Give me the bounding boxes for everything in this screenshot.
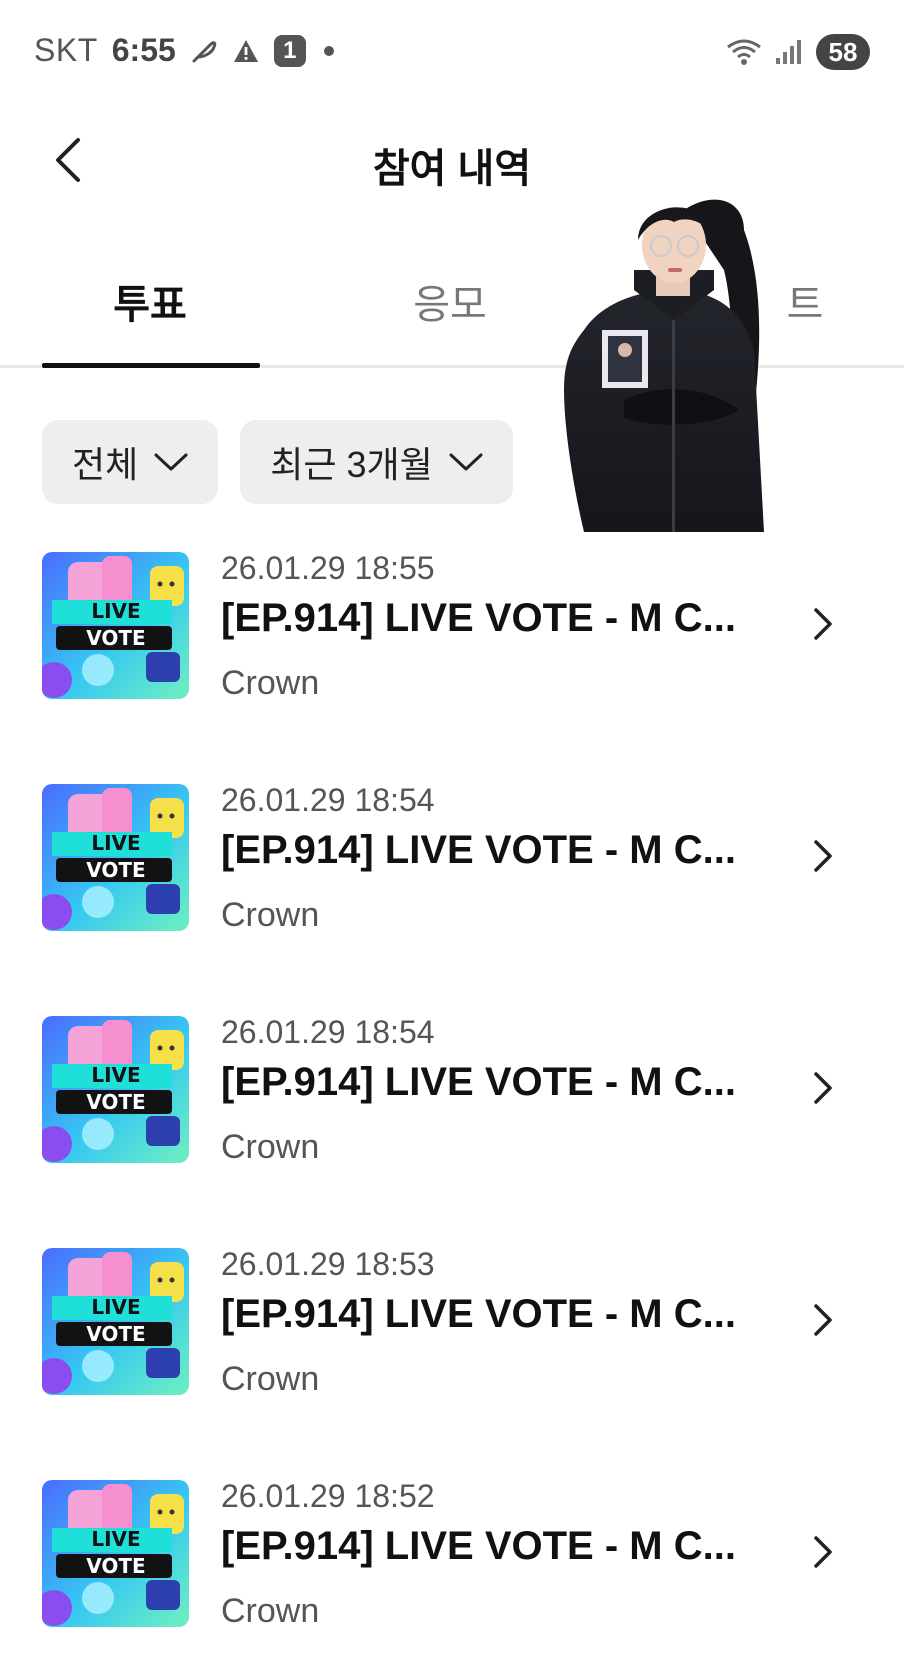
thumb-vote-text: VOTE bbox=[86, 1090, 145, 1114]
item-title: [EP.914] LIVE VOTE - M C... bbox=[221, 1292, 736, 1336]
list-item-4[interactable]: LIVE VOTE 26.01.29 18:53 [EP.914] LIVE V… bbox=[0, 1236, 904, 1468]
signal-icon bbox=[774, 38, 804, 66]
thumb-live-text: LIVE bbox=[91, 1295, 140, 1319]
thumb-vote-text: VOTE bbox=[86, 626, 145, 650]
live-vote-thumbnail: LIVE VOTE bbox=[42, 784, 189, 931]
item-date: 26.01.29 18:54 bbox=[221, 1014, 435, 1050]
item-title: [EP.914] LIVE VOTE - M C... bbox=[221, 828, 736, 872]
chevron-right-icon bbox=[814, 608, 832, 640]
chevron-right-icon bbox=[814, 840, 832, 872]
carrier-name: SKT bbox=[34, 32, 98, 68]
feather-icon bbox=[190, 37, 218, 65]
dot-icon bbox=[323, 45, 334, 56]
list-item-1[interactable]: LIVE VOTE 26.01.29 18:55 [EP.914] LIVE V… bbox=[0, 540, 904, 772]
battery-icon: 58 bbox=[816, 34, 870, 70]
live-vote-thumbnail: LIVE VOTE bbox=[42, 1480, 189, 1627]
status-right: 58 bbox=[726, 34, 870, 70]
item-subtitle: Crown bbox=[221, 1128, 320, 1166]
status-left: SKT 6:55 1 bbox=[34, 32, 334, 69]
item-date: 26.01.29 18:55 bbox=[221, 550, 435, 586]
thumb-vote-text: VOTE bbox=[86, 1554, 145, 1578]
warning-icon bbox=[232, 37, 260, 65]
chevron-right-icon bbox=[814, 1304, 832, 1336]
live-vote-thumbnail: LIVE VOTE bbox=[42, 552, 189, 699]
page-title: 참여 내역 bbox=[372, 147, 532, 191]
item-subtitle: Crown bbox=[221, 1592, 320, 1630]
filter-bar: 전체 최근 3개월 bbox=[42, 420, 513, 504]
item-date: 26.01.29 18:54 bbox=[221, 782, 435, 818]
list-item-3[interactable]: LIVE VOTE 26.01.29 18:54 [EP.914] LIVE V… bbox=[0, 1004, 904, 1236]
thumb-vote-text: VOTE bbox=[86, 858, 145, 882]
list-item-2[interactable]: LIVE VOTE 26.01.29 18:54 [EP.914] LIVE V… bbox=[0, 772, 904, 1004]
item-title: [EP.914] LIVE VOTE - M C... bbox=[221, 1060, 736, 1104]
participation-list: LIVE VOTE 26.01.29 18:55 [EP.914] LIVE V… bbox=[0, 540, 904, 1665]
chevron-right-icon bbox=[814, 1072, 832, 1104]
thumb-live-text: LIVE bbox=[91, 1527, 140, 1551]
wifi-icon bbox=[726, 37, 762, 67]
thumb-live-text: LIVE bbox=[91, 599, 140, 623]
tab-entry[interactable]: 응모 bbox=[340, 272, 560, 330]
sticker-image bbox=[564, 190, 786, 532]
live-vote-thumbnail: LIVE VOTE bbox=[42, 1248, 189, 1395]
thumb-live-text: LIVE bbox=[91, 831, 140, 855]
item-subtitle: Crown bbox=[221, 664, 320, 702]
filter-type-dropdown[interactable]: 전체 bbox=[42, 420, 219, 504]
item-date: 26.01.29 18:52 bbox=[221, 1478, 435, 1514]
item-date: 26.01.29 18:53 bbox=[221, 1246, 435, 1282]
filter-period-label: 최근 3개월 bbox=[270, 444, 433, 485]
list-item-5[interactable]: LIVE VOTE 26.01.29 18:52 [EP.914] LIVE V… bbox=[0, 1468, 904, 1665]
active-tab-indicator bbox=[42, 363, 260, 368]
item-subtitle: Crown bbox=[221, 1360, 320, 1398]
status-bar: SKT 6:55 1 58 bbox=[0, 0, 904, 100]
filter-type-label: 전체 bbox=[72, 444, 139, 485]
item-title: [EP.914] LIVE VOTE - M C... bbox=[221, 1524, 736, 1568]
notification-badge: 1 bbox=[273, 34, 306, 67]
chevron-down-icon bbox=[449, 453, 483, 471]
thumb-vote-text: VOTE bbox=[86, 1322, 145, 1346]
tab-vote[interactable]: 투표 bbox=[40, 272, 260, 330]
chevron-right-icon bbox=[814, 1536, 832, 1568]
status-time: 6:55 bbox=[111, 32, 176, 68]
item-subtitle: Crown bbox=[221, 896, 320, 934]
thumb-live-text: LIVE bbox=[91, 1063, 140, 1087]
live-vote-thumbnail: LIVE VOTE bbox=[42, 1016, 189, 1163]
filter-period-dropdown[interactable]: 최근 3개월 bbox=[240, 420, 513, 504]
item-title: [EP.914] LIVE VOTE - M C... bbox=[221, 596, 736, 640]
chevron-down-icon bbox=[154, 453, 188, 471]
